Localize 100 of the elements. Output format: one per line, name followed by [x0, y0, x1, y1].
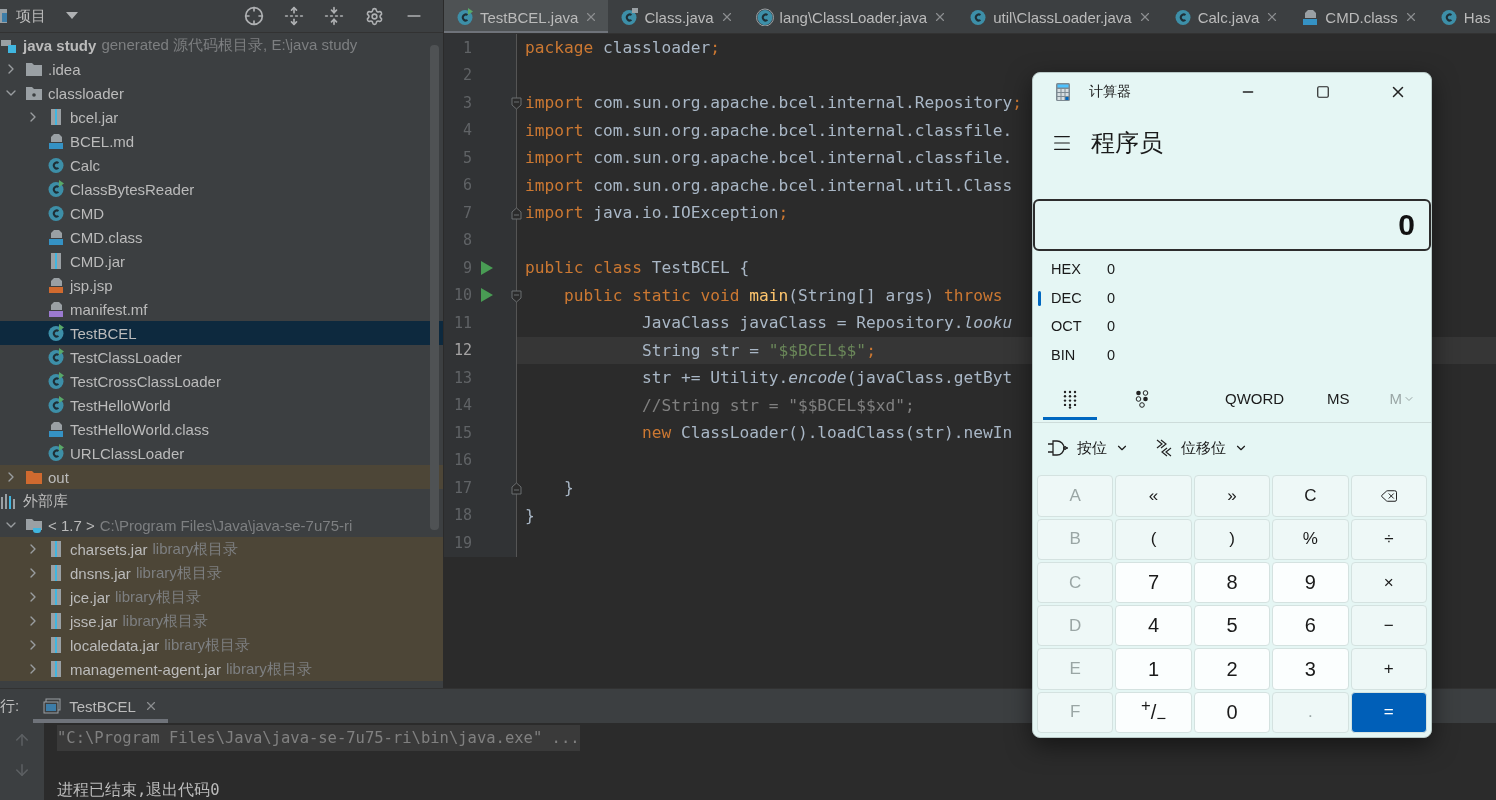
tree-item[interactable]: charsets.jar library根目录 [0, 537, 443, 561]
code-line: } [562, 477, 574, 500]
radix-row[interactable]: OCT 0 [1033, 312, 1431, 341]
editor-tab[interactable]: TestBCEL.java [444, 0, 609, 33]
locate-icon[interactable] [244, 6, 264, 26]
code-line: JavaClass javaClass = Repository.looku [640, 312, 1013, 335]
calculator-key[interactable]: = [1350, 691, 1427, 733]
calculator-key[interactable]: 1 [1115, 648, 1192, 690]
file-icon [47, 300, 65, 318]
calculator-key[interactable]: 2 [1193, 648, 1271, 690]
tree-item[interactable]: out [0, 465, 443, 489]
tree-item[interactable]: BCEL.md [0, 129, 443, 153]
memory-button[interactable]: MS [1319, 384, 1358, 414]
editor-tab[interactable]: Calc.java [1161, 0, 1290, 33]
radix-value: 0 [1107, 289, 1116, 306]
calculator-key[interactable]: 5 [1193, 605, 1271, 647]
tree-item[interactable]: < 1.7 > C:\Program Files\Java\java-se-7u75-ri [0, 513, 443, 537]
fold-icon[interactable] [511, 482, 522, 495]
tree-item[interactable]: management-agent.jar library根目录 [0, 657, 443, 681]
calculator-key[interactable]: 9 [1272, 561, 1349, 604]
maximize-icon[interactable] [1316, 85, 1330, 99]
code-line: new ClassLoader().loadClass(str).newIn [640, 422, 1013, 445]
tree-item[interactable]: TestHelloWorld [0, 393, 443, 417]
fold-icon[interactable] [511, 207, 522, 220]
tree-item[interactable]: TestCrossClassLoader [0, 369, 443, 393]
tree-item[interactable]: CMD.class [0, 225, 443, 249]
dropdown-button[interactable]: 按位 [1041, 434, 1135, 462]
calculator-key[interactable]: 8 [1193, 561, 1271, 604]
tree-item[interactable]: jsp.jsp [0, 273, 443, 297]
fold-icon[interactable] [511, 289, 522, 303]
calculator-key[interactable]: % [1272, 518, 1349, 560]
tree-item[interactable]: TestHelloWorld.class [0, 417, 443, 441]
editor-tab[interactable]: lang\ClassLoader.java [743, 0, 958, 33]
tree-item[interactable]: CMD [0, 201, 443, 225]
tree-item[interactable]: jce.jar library根目录 [0, 585, 443, 609]
dropdown-button[interactable]: 位移位 [1149, 434, 1254, 462]
tree-item[interactable]: URLClassLoader [0, 441, 443, 465]
radix-row[interactable]: HEX 0 [1033, 255, 1431, 284]
radix-row[interactable]: BIN 0 [1033, 340, 1431, 370]
editor-tab[interactable]: util\ClassLoader.java [957, 0, 1162, 33]
class-icon [47, 156, 65, 174]
runnable-class-icon [47, 324, 65, 342]
expand-all-icon[interactable] [284, 6, 304, 26]
collapse-all-icon[interactable] [324, 6, 344, 26]
path-hint: library根目录 [225, 659, 312, 679]
run-icon[interactable] [480, 287, 494, 304]
tree-item[interactable]: 外部库 [0, 489, 443, 513]
code-line: import com.sun.org.apache.bcel.internal.classfile. [525, 119, 1013, 142]
path-hint: library根目录 [152, 539, 239, 559]
calculator-key[interactable]: 4 [1115, 605, 1192, 647]
tree-item[interactable]: java study generated 源代码根目录, E:\java study [0, 33, 443, 57]
word-size-button[interactable]: QWORD [1217, 384, 1293, 414]
calculator-key[interactable]: 6 [1272, 605, 1349, 647]
tree-item[interactable]: TestBCEL [0, 321, 443, 345]
result-display: 0 [1033, 199, 1431, 251]
tree-item[interactable]: manifest.mf [0, 297, 443, 321]
calculator-key[interactable]: ÷ [1350, 518, 1427, 560]
calculator-key[interactable]: » [1193, 475, 1271, 517]
calculator-key[interactable]: 3 [1272, 648, 1349, 690]
calculator-key[interactable]: ) [1193, 518, 1271, 560]
calculator-key[interactable]: ( [1115, 518, 1192, 560]
tree-item[interactable]: CMD.jar [0, 249, 443, 273]
tree-item[interactable]: dnsns.jar library根目录 [0, 561, 443, 585]
code-line: import com.sun.org.apache.bcel.internal.Repository; [525, 92, 1023, 115]
editor-tab[interactable]: CMD.class [1289, 0, 1428, 33]
run-tab[interactable]: TestBCEL [33, 689, 168, 723]
editor-tab[interactable]: Class.java [608, 0, 744, 33]
tree-item[interactable]: localedata.jar library根目录 [0, 633, 443, 657]
calculator-key[interactable]: C [1272, 475, 1349, 517]
calculator-key[interactable]: 0 [1193, 691, 1271, 733]
runnable-class-icon [47, 372, 65, 390]
panel-icon [0, 8, 8, 24]
shift-arrows-icon [1155, 439, 1173, 458]
window-title: 计算器 [1089, 83, 1131, 101]
calculator-key[interactable]: « [1115, 475, 1192, 517]
file-icon [1301, 8, 1320, 26]
run-icon[interactable] [480, 259, 494, 276]
scrollbar[interactable] [430, 45, 439, 530]
tree-item[interactable]: TestClassLoader [0, 345, 443, 369]
calculator-key[interactable]: $^{+}$/$_{−}$ [1115, 691, 1192, 733]
settings-icon[interactable] [364, 6, 384, 26]
dropdown-caret-icon[interactable] [66, 12, 78, 20]
radix-row[interactable]: DEC 0 [1033, 283, 1431, 313]
calculator-key[interactable]: + [1350, 648, 1427, 690]
code-line: package classloader; [525, 37, 720, 60]
tree-item[interactable]: bcel.jar [0, 105, 443, 129]
calculator-key[interactable]: × [1350, 561, 1427, 604]
tree-item[interactable]: jsse.jar library根目录 [0, 609, 443, 633]
editor-tab[interactable]: Has [1427, 0, 1496, 33]
tree-item[interactable]: classloader [0, 81, 443, 105]
code-line: str += Utility.encode(javaClass.getByt [640, 367, 1013, 390]
path-hint: library根目录 [164, 635, 251, 655]
tree-item[interactable]: ClassBytesReader [0, 177, 443, 201]
tree-item[interactable]: .idea [0, 57, 443, 81]
tree-item[interactable]: Calc [0, 153, 443, 177]
calculator-key[interactable]: 7 [1115, 561, 1192, 604]
keypad-icon [1062, 388, 1078, 409]
path-hint: library根目录 [115, 587, 201, 607]
fold-icon[interactable] [511, 97, 522, 110]
calculator-key[interactable]: − [1350, 605, 1427, 647]
